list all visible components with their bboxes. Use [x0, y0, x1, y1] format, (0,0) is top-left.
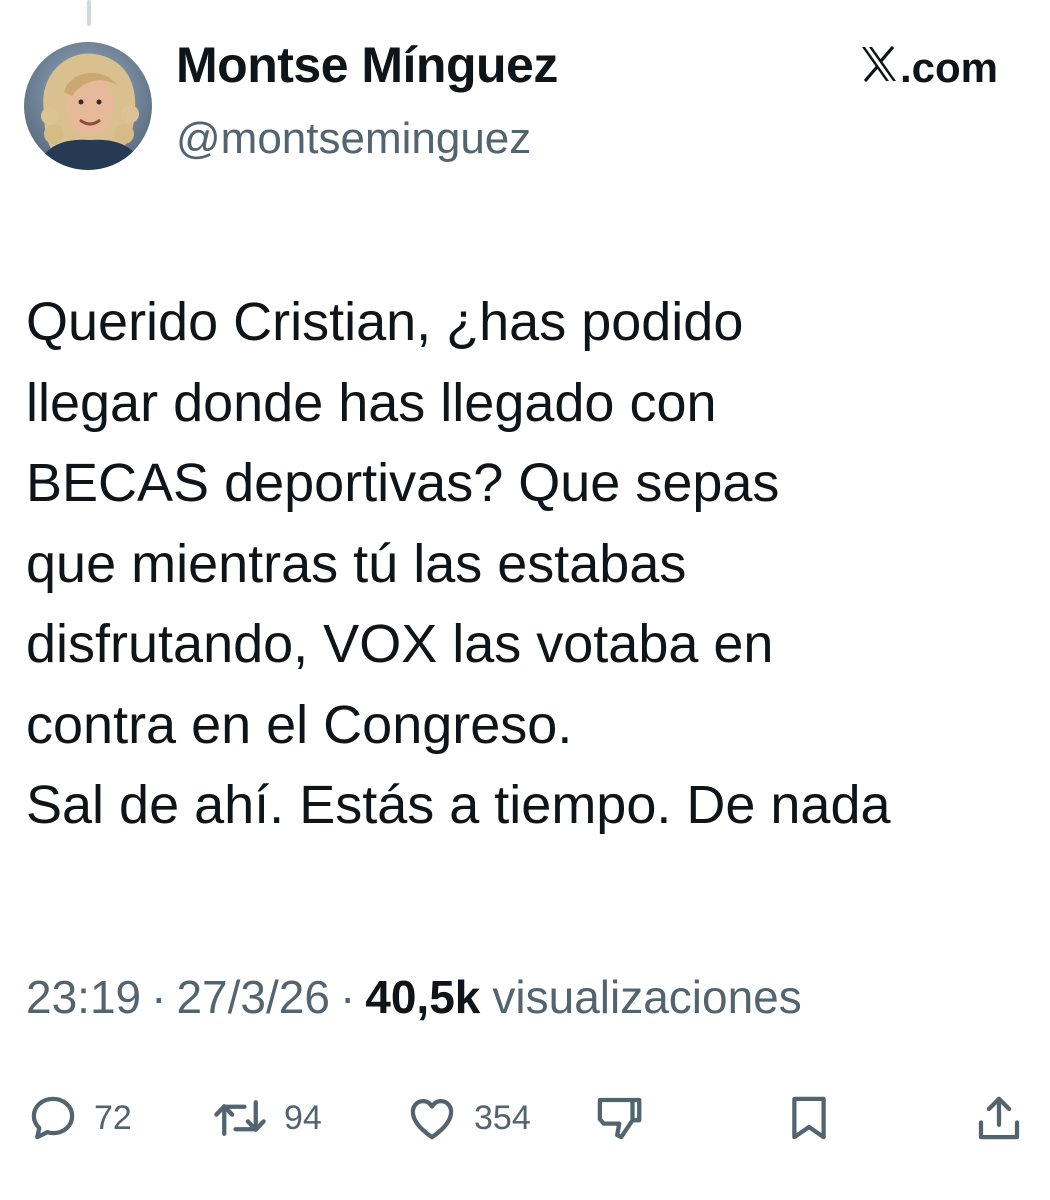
avatar[interactable] [24, 42, 152, 170]
like-button[interactable]: 354 [404, 1086, 531, 1150]
tweet-time[interactable]: 23:19 [26, 970, 141, 1024]
tweet-line: Querido Cristian, ¿has podido [26, 292, 744, 352]
tweet-line: contra en el Congreso. [26, 694, 573, 755]
views-label: visualizaciones [492, 971, 802, 1023]
tweet-date[interactable]: 27/3/26 [176, 970, 329, 1024]
tweet-line: que mientras tú las estabas [26, 533, 687, 594]
meta-separator: · [339, 971, 356, 1023]
x-logo-icon [860, 44, 898, 92]
bookmark-button[interactable] [782, 1086, 836, 1150]
tweet-line: llegar donde has llegado con [26, 372, 717, 433]
dislike-button[interactable] [592, 1086, 646, 1150]
tweet-line: disfrutando, VOX las votaba en [26, 614, 774, 674]
profile-photo [24, 42, 152, 170]
repost-button[interactable]: 94 [210, 1086, 322, 1150]
reply-count: 72 [94, 1098, 132, 1137]
reply-icon [26, 1091, 80, 1145]
thumbs-down-icon [592, 1091, 646, 1145]
tweet-line: BECAS deportivas? Que sepas [26, 453, 780, 513]
thread-connector-line [87, 0, 91, 26]
tweet-line: Sal de ahí. Estás a tiempo. De nada [26, 775, 891, 835]
author-display-name[interactable]: Montse Mínguez [176, 36, 558, 94]
source-watermark: .com [860, 44, 998, 92]
heart-icon [404, 1091, 460, 1145]
tweet-text: Querido Cristian, ¿has podido llegar don… [26, 282, 1026, 846]
author-handle[interactable]: @montseminguez [176, 114, 531, 164]
meta-separator: · [151, 971, 167, 1023]
share-button[interactable] [972, 1086, 1026, 1150]
tweet-meta: 23:19 · 27/3/26 · 40,5k visualizaciones [26, 970, 802, 1024]
repost-count: 94 [284, 1098, 322, 1137]
source-label: .com [899, 44, 998, 91]
repost-icon [210, 1091, 270, 1145]
views-count: 40,5k [365, 971, 481, 1023]
bookmark-icon [782, 1091, 836, 1145]
action-bar: 72 94 354 [0, 1086, 1050, 1150]
share-icon [972, 1091, 1026, 1145]
reply-button[interactable]: 72 [26, 1086, 132, 1150]
like-count: 354 [474, 1098, 531, 1137]
